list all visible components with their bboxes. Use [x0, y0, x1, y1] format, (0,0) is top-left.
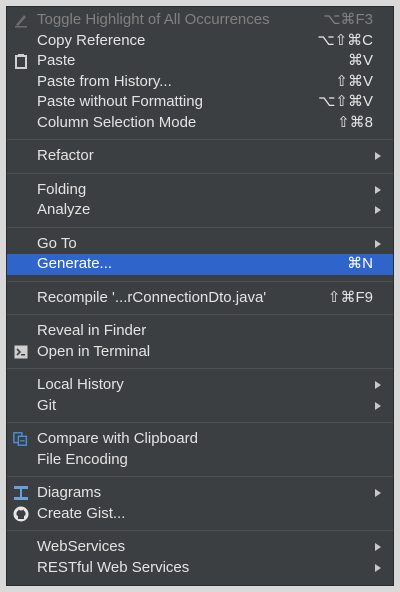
- menu-item-toggle-highlight-of-all-occurrences: Toggle Highlight of All Occurrences ⌥⌘F3: [7, 10, 393, 31]
- menu-item-git[interactable]: Git: [7, 396, 393, 417]
- menu-item-open-in-terminal[interactable]: Open in Terminal: [7, 342, 393, 363]
- submenu-arrow-icon: [375, 152, 381, 160]
- menu-separator: [7, 524, 393, 537]
- menu-item-label: Toggle Highlight of All Occurrences: [37, 11, 270, 28]
- menu-separator: [7, 362, 393, 375]
- menu-item-diagrams[interactable]: Diagrams: [7, 483, 393, 504]
- menu-item-webservices[interactable]: WebServices: [7, 537, 393, 558]
- menu-item-label: Copy Reference: [37, 31, 146, 49]
- menu-item-label: Reveal in Finder: [37, 322, 147, 339]
- menu-item-shortcut: ⌘V: [347, 52, 373, 69]
- menu-item-shortcut: ⇧⌘8: [337, 113, 373, 131]
- menu-item-label: Local History: [37, 376, 124, 393]
- menu-separator: [7, 275, 393, 288]
- menu-item-label: Paste without Formatting: [37, 93, 203, 110]
- terminal-icon: [13, 342, 29, 362]
- clipboard-icon: [13, 51, 29, 71]
- menu-separator: [7, 470, 393, 483]
- menu-item-shortcut: ⌥⌘F3: [323, 11, 373, 28]
- menu-item-copy-reference[interactable]: Copy Reference ⌥⇧⌘C: [7, 31, 393, 52]
- menu-separator: [7, 133, 393, 146]
- menu-item-label: Create Gist...: [37, 504, 126, 522]
- github-icon: [13, 504, 29, 524]
- menu-item-paste[interactable]: Paste ⌘V: [7, 51, 393, 72]
- menu-item-label: File Encoding: [37, 450, 128, 468]
- menu-separator: [7, 221, 393, 234]
- menu-item-generate[interactable]: Generate... ⌘N: [7, 254, 393, 275]
- compare-icon: [13, 429, 29, 449]
- diagram-icon: [13, 483, 29, 503]
- submenu-arrow-icon: [375, 381, 381, 389]
- menu-separator: [7, 416, 393, 429]
- screen-background: Toggle Highlight of All Occurrences ⌥⌘F3 C…: [0, 0, 400, 592]
- menu-item-label: WebServices: [37, 538, 126, 555]
- menu-item-folding[interactable]: Folding: [7, 180, 393, 201]
- menu-item-column-selection-mode[interactable]: Column Selection Mode ⇧⌘8: [7, 113, 393, 134]
- menu-item-label: RESTful Web Services: [37, 558, 190, 576]
- menu-item-label: Go To: [37, 234, 77, 252]
- menu-item-label: Paste: [37, 52, 76, 69]
- highlight-pen-icon: [13, 10, 29, 30]
- menu-item-local-history[interactable]: Local History: [7, 375, 393, 396]
- menu-separator: [7, 167, 393, 180]
- menu-item-create-gist[interactable]: Create Gist...: [7, 504, 393, 525]
- submenu-arrow-icon: [375, 239, 381, 248]
- submenu-arrow-icon: [375, 563, 381, 572]
- menu-item-shortcut: ⇧⌘V: [335, 72, 373, 90]
- menu-item-file-encoding[interactable]: File Encoding: [7, 450, 393, 471]
- menu-item-shortcut: ⇧⌘F9: [327, 288, 373, 306]
- submenu-arrow-icon: [375, 206, 381, 214]
- menu-item-label: Recompile '...rConnectionDto.java': [37, 288, 267, 306]
- menu-item-analyze[interactable]: Analyze: [7, 200, 393, 221]
- editor-context-menu: Toggle Highlight of All Occurrences ⌥⌘F3 C…: [6, 6, 394, 586]
- submenu-arrow-icon: [375, 489, 381, 497]
- submenu-arrow-icon: [375, 401, 381, 410]
- menu-item-paste-from-history[interactable]: Paste from History... ⇧⌘V: [7, 72, 393, 93]
- menu-item-paste-without-formatting[interactable]: Paste without Formatting ⌥⇧⌘V: [7, 92, 393, 113]
- menu-item-go-to[interactable]: Go To: [7, 234, 393, 255]
- submenu-arrow-icon: [375, 185, 381, 194]
- menu-item-label: Open in Terminal: [37, 342, 151, 360]
- menu-item-reveal-in-finder[interactable]: Reveal in Finder: [7, 321, 393, 342]
- menu-item-label: Git: [37, 396, 57, 414]
- menu-separator: [7, 308, 393, 321]
- menu-item-label: Diagrams: [37, 484, 102, 501]
- menu-item-label: Refactor: [37, 147, 94, 164]
- menu-item-label: Paste from History...: [37, 72, 172, 90]
- menu-item-label: Folding: [37, 180, 87, 198]
- menu-item-label: Analyze: [37, 201, 91, 218]
- menu-item-shortcut: ⌘N: [347, 255, 373, 272]
- menu-item-refactor[interactable]: Refactor: [7, 146, 393, 167]
- menu-item-compare-with-clipboard[interactable]: Compare with Clipboard: [7, 429, 393, 450]
- menu-item-label: Generate...: [37, 255, 113, 272]
- menu-item-recompile-rconnectiondto-java[interactable]: Recompile '...rConnectionDto.java' ⇧⌘F9: [7, 288, 393, 309]
- menu-item-shortcut: ⌥⇧⌘C: [317, 31, 373, 49]
- menu-item-restful-web-services[interactable]: RESTful Web Services: [7, 558, 393, 579]
- menu-item-shortcut: ⌥⇧⌘V: [318, 93, 373, 110]
- menu-item-label: Column Selection Mode: [37, 113, 197, 131]
- submenu-arrow-icon: [375, 543, 381, 551]
- menu-item-label: Compare with Clipboard: [37, 430, 198, 447]
